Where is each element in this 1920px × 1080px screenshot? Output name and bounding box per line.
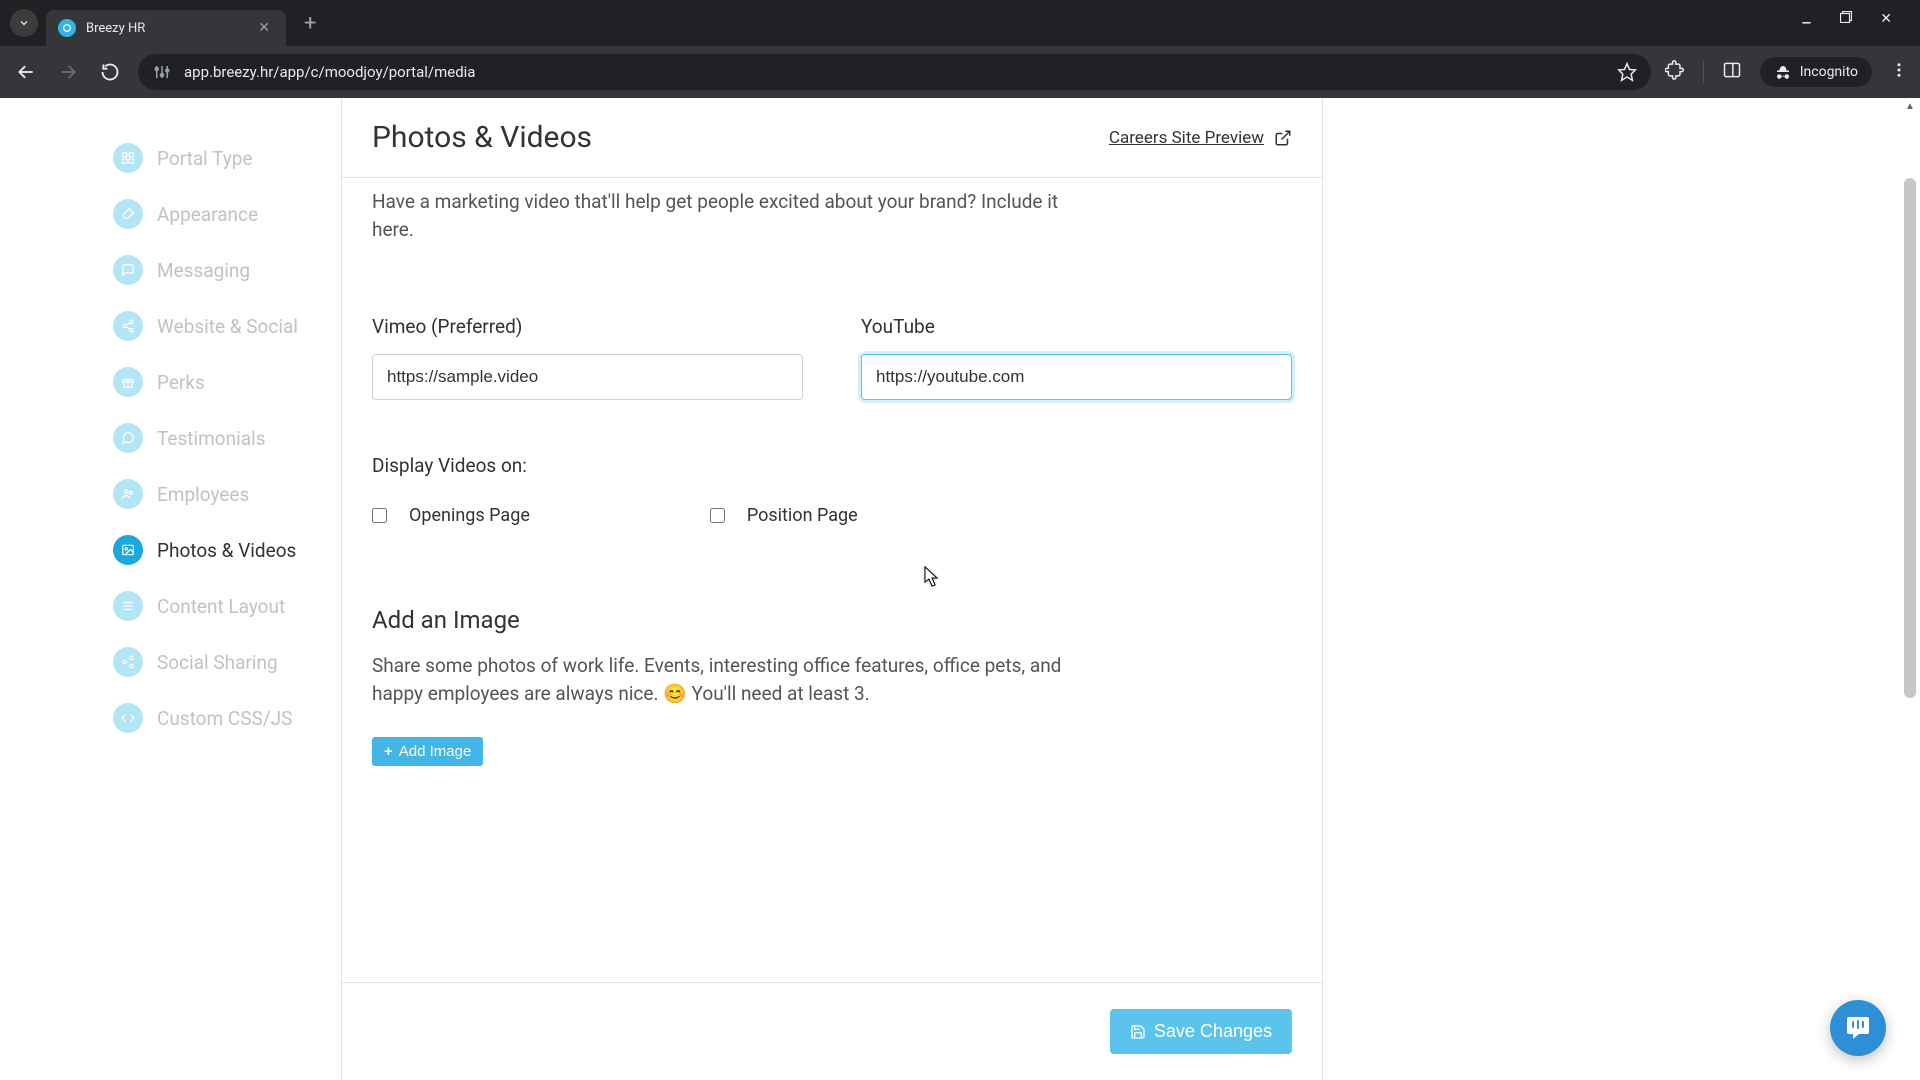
tab-title: Breezy HR (86, 21, 254, 36)
people-icon (113, 479, 143, 509)
openings-page-label: Openings Page (409, 505, 530, 526)
incognito-label: Incognito (1800, 64, 1858, 80)
add-image-description: Share some photos of work life. Events, … (372, 652, 1092, 707)
window-minimize-button[interactable]: − (1801, 11, 1812, 35)
preview-link-label: Careers Site Preview (1109, 128, 1264, 148)
sidebar-item-employees[interactable]: Employees (113, 466, 341, 522)
list-icon (113, 591, 143, 621)
browser-toolbar: app.breezy.hr/app/c/moodjoy/portal/media… (0, 46, 1920, 98)
side-panel-icon[interactable] (1722, 60, 1742, 84)
sidebar-item-label: Appearance (157, 203, 258, 226)
sidebar-item-label: Messaging (157, 259, 250, 282)
tab-search-button[interactable] (10, 9, 38, 37)
reload-button[interactable] (96, 58, 124, 86)
window-close-button[interactable]: ✕ (1880, 11, 1892, 35)
image-icon (113, 535, 143, 565)
bookmark-icon[interactable] (1617, 62, 1637, 82)
scrollbar-thumb[interactable] (1904, 178, 1916, 698)
plus-icon: + (384, 743, 393, 760)
add-image-button-label: Add Image (399, 743, 472, 760)
sidebar-item-testimonials[interactable]: Testimonials (113, 410, 341, 466)
youtube-input[interactable] (861, 354, 1292, 400)
videos-intro-text: Have a marketing video that'll help get … (372, 188, 1092, 243)
vimeo-label: Vimeo (Preferred) (372, 315, 803, 338)
code-icon (113, 703, 143, 733)
chevron-down-icon (18, 17, 30, 29)
add-image-heading: Add an Image (372, 606, 1292, 634)
back-button[interactable] (12, 58, 40, 86)
sidebar-item-label: Employees (157, 483, 249, 506)
sidebar-item-label: Perks (157, 371, 205, 394)
browser-menu-button[interactable] (1890, 61, 1908, 83)
incognito-icon (1774, 63, 1792, 81)
openings-page-checkbox-wrapper[interactable]: Openings Page (372, 505, 530, 526)
url-text: app.breezy.hr/app/c/moodjoy/portal/media (184, 63, 1605, 81)
sidebar-item-perks[interactable]: Perks (113, 354, 341, 410)
gift-icon (113, 367, 143, 397)
share-icon (113, 311, 143, 341)
display-videos-label: Display Videos on: (372, 454, 1292, 477)
tab-close-button[interactable]: ✕ (254, 20, 274, 36)
tab-favicon (58, 19, 76, 37)
openings-page-checkbox[interactable] (372, 508, 387, 523)
sidebar-item-label: Photos & Videos (157, 539, 296, 562)
save-button-label: Save Changes (1154, 1021, 1272, 1042)
incognito-indicator[interactable]: Incognito (1760, 57, 1872, 87)
social-icon (113, 647, 143, 677)
sidebar-item-label: Portal Type (157, 147, 253, 170)
settings-sidebar: Portal Type Appearance Messaging Website… (113, 98, 341, 1080)
sidebar-item-label: Social Sharing (157, 651, 278, 674)
sidebar-item-content-layout[interactable]: Content Layout (113, 578, 341, 634)
main-panel: Photos & Videos Careers Site Preview Hav… (341, 98, 1323, 1080)
sidebar-item-photos-videos[interactable]: Photos & Videos (113, 522, 341, 578)
intercom-launcher[interactable] (1830, 1000, 1886, 1056)
site-settings-icon[interactable] (152, 62, 172, 82)
vertical-scrollbar[interactable]: ▲ (1902, 98, 1918, 1080)
sidebar-item-label: Testimonials (157, 427, 266, 450)
brush-icon (113, 199, 143, 229)
sidebar-item-custom-css-js[interactable]: Custom CSS/JS (113, 690, 341, 746)
add-image-button[interactable]: + Add Image (372, 737, 483, 766)
chat-bubble-icon (1844, 1014, 1872, 1042)
scroll-up-arrow[interactable]: ▲ (1902, 98, 1918, 114)
address-bar[interactable]: app.breezy.hr/app/c/moodjoy/portal/media (138, 54, 1651, 90)
sidebar-item-label: Content Layout (157, 595, 285, 618)
sidebar-item-portal-type[interactable]: Portal Type (113, 130, 341, 186)
grid-icon (113, 143, 143, 173)
forward-button[interactable] (54, 58, 82, 86)
sidebar-item-label: Custom CSS/JS (157, 707, 292, 730)
page-title: Photos & Videos (372, 120, 592, 155)
window-maximize-button[interactable] (1840, 11, 1852, 35)
sidebar-item-appearance[interactable]: Appearance (113, 186, 341, 242)
save-icon (1130, 1024, 1146, 1040)
new-tab-button[interactable]: + (290, 11, 330, 36)
sidebar-item-social-sharing[interactable]: Social Sharing (113, 634, 341, 690)
chat-icon (113, 255, 143, 285)
save-changes-button[interactable]: Save Changes (1110, 1009, 1292, 1054)
sidebar-item-label: Website & Social (157, 315, 298, 338)
quote-icon (113, 423, 143, 453)
careers-preview-link[interactable]: Careers Site Preview (1109, 128, 1292, 148)
browser-tab-strip: Breezy HR ✕ + − ✕ (0, 0, 1920, 46)
external-link-icon (1274, 129, 1292, 147)
position-page-checkbox-wrapper[interactable]: Position Page (710, 505, 858, 526)
footer-bar: Save Changes (342, 982, 1322, 1080)
browser-tab[interactable]: Breezy HR ✕ (46, 10, 286, 46)
extensions-icon[interactable] (1665, 60, 1685, 84)
vimeo-input[interactable] (372, 354, 803, 400)
sidebar-item-website-social[interactable]: Website & Social (113, 298, 341, 354)
position-page-label: Position Page (747, 505, 858, 526)
sidebar-item-messaging[interactable]: Messaging (113, 242, 341, 298)
youtube-label: YouTube (861, 315, 1292, 338)
position-page-checkbox[interactable] (710, 508, 725, 523)
